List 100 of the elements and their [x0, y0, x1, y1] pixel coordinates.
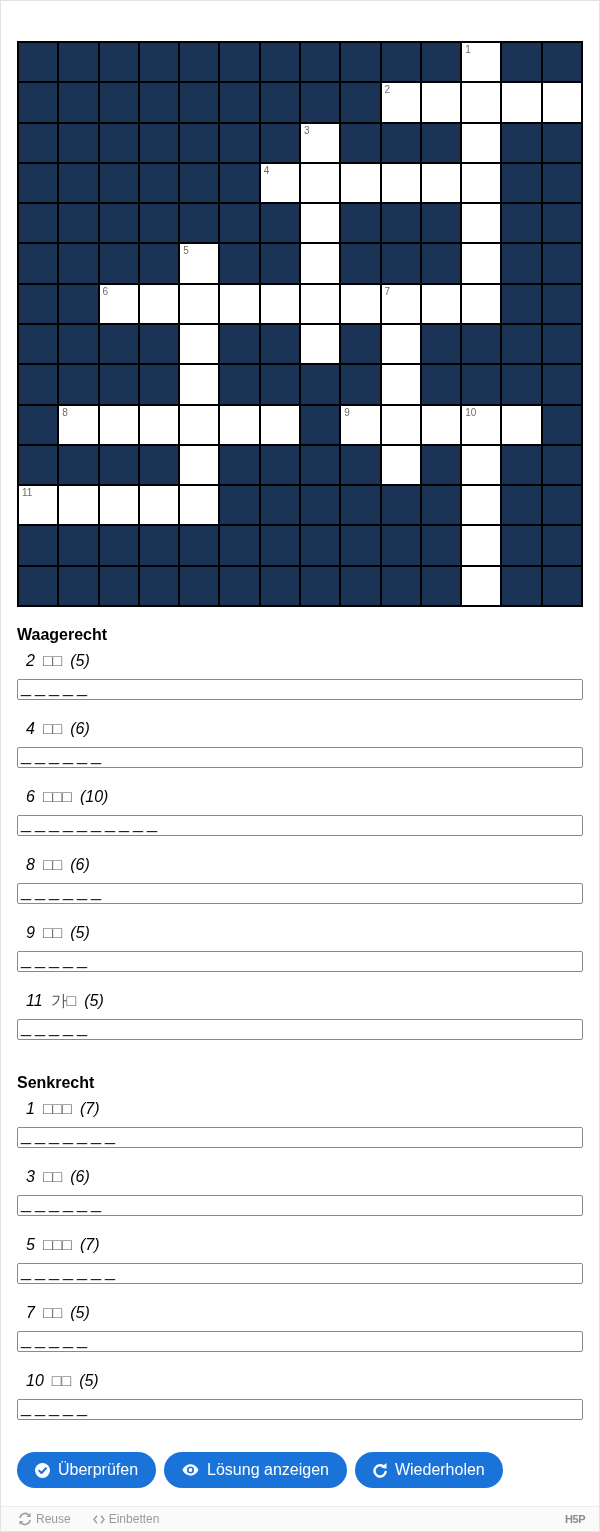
crossword-cell[interactable] — [462, 284, 501, 323]
check-button[interactable]: Überprüfen — [17, 1452, 157, 1488]
crossword-cell[interactable] — [59, 486, 98, 525]
answer-length: (7) — [79, 1235, 100, 1255]
crossword-cell[interactable]: 10 — [462, 405, 501, 444]
blocked-cell — [381, 244, 420, 283]
crossword-cell[interactable] — [462, 204, 501, 243]
crossword-cell[interactable] — [180, 486, 219, 525]
cell-number: 10 — [465, 406, 477, 419]
crossword-cell[interactable] — [462, 566, 501, 605]
blocked-cell — [180, 43, 219, 82]
crossword-cell[interactable] — [99, 486, 138, 525]
blocked-cell — [139, 123, 179, 162]
crossword-cell[interactable]: 6 — [99, 284, 138, 323]
crossword-cell[interactable] — [341, 284, 380, 323]
cell-number: 9 — [344, 406, 350, 419]
crossword-cell[interactable] — [381, 445, 420, 485]
clue-number: 1 — [26, 1099, 35, 1119]
crossword-cell[interactable] — [220, 405, 259, 444]
crossword-cell[interactable] — [462, 244, 501, 283]
crossword-cell[interactable] — [421, 83, 461, 122]
crossword-cell[interactable]: 7 — [381, 284, 420, 323]
answer-field[interactable]: _____ — [17, 951, 583, 972]
crossword-cell[interactable] — [301, 244, 340, 283]
crossword-cell[interactable] — [421, 163, 461, 203]
crossword-cell[interactable] — [180, 365, 219, 404]
crossword-cell[interactable]: 5 — [180, 244, 219, 283]
crossword-cell[interactable]: 1 — [462, 43, 501, 82]
crossword-cell[interactable] — [139, 284, 179, 323]
blocked-cell — [139, 83, 179, 122]
answer-field[interactable]: _____ — [17, 679, 583, 700]
crossword-cell[interactable]: 2 — [381, 83, 420, 122]
crossword-cell[interactable] — [462, 163, 501, 203]
crossword-cell[interactable] — [462, 486, 501, 525]
blocked-cell — [542, 486, 581, 525]
clue-number: 9 — [26, 923, 35, 943]
crossword-cell[interactable] — [220, 284, 259, 323]
crossword-cell[interactable] — [542, 83, 581, 122]
crossword-cell[interactable] — [462, 526, 501, 565]
crossword-cell[interactable] — [180, 405, 219, 444]
crossword-cell[interactable] — [502, 83, 541, 122]
crossword-cell[interactable] — [462, 83, 501, 122]
blocked-cell — [139, 43, 179, 82]
section-heading: Senkrecht — [17, 1073, 95, 1093]
crossword-cell[interactable]: 4 — [260, 163, 299, 203]
crossword-cell[interactable]: 9 — [341, 405, 380, 444]
crossword-cell[interactable] — [421, 405, 461, 444]
blocked-cell — [542, 526, 581, 565]
crossword-cell[interactable] — [381, 325, 420, 364]
crossword-cell[interactable] — [421, 284, 461, 323]
crossword-cell[interactable]: 8 — [59, 405, 98, 444]
blocked-cell — [260, 445, 299, 485]
blocked-cell — [99, 204, 138, 243]
crossword-cell[interactable] — [180, 445, 219, 485]
crossword-cell[interactable] — [462, 123, 501, 162]
crossword-cell[interactable] — [260, 284, 299, 323]
blocked-cell — [59, 204, 98, 243]
crossword-cell[interactable] — [462, 445, 501, 485]
blocked-cell — [502, 325, 541, 364]
answer-field[interactable]: __________ — [17, 815, 583, 836]
blocked-cell — [341, 204, 380, 243]
answer-field[interactable]: _______ — [17, 1127, 583, 1148]
answer-field[interactable]: _______ — [17, 1263, 583, 1284]
blocked-cell — [542, 445, 581, 485]
crossword-cell[interactable] — [301, 204, 340, 243]
answer-field[interactable]: _____ — [17, 1399, 583, 1420]
crossword-cell[interactable] — [139, 405, 179, 444]
crossword-cell[interactable] — [381, 365, 420, 404]
crossword-cell[interactable] — [502, 405, 541, 444]
blocked-cell — [421, 123, 461, 162]
crossword-cell[interactable] — [180, 284, 219, 323]
blocked-cell — [341, 566, 380, 605]
answer-field[interactable]: _____ — [17, 1019, 583, 1040]
blocked-cell — [260, 123, 299, 162]
crossword-cell[interactable] — [139, 486, 179, 525]
show-solution-button[interactable]: Lösung anzeigen — [164, 1452, 347, 1488]
blocked-cell — [462, 325, 501, 364]
answer-length: (5) — [84, 991, 104, 1011]
crossword-cell[interactable] — [301, 163, 340, 203]
answer-field[interactable]: ______ — [17, 883, 583, 904]
crossword-cell[interactable]: 3 — [301, 123, 340, 162]
answer-field[interactable]: ______ — [17, 1195, 583, 1216]
crossword-cell[interactable]: 11 — [19, 486, 58, 525]
blocked-cell — [301, 526, 340, 565]
crossword-cell[interactable] — [301, 325, 340, 364]
crossword-cell[interactable] — [301, 284, 340, 323]
crossword-cell[interactable] — [381, 163, 420, 203]
crossword-cell[interactable] — [381, 405, 420, 444]
crossword-cell[interactable] — [99, 405, 138, 444]
answer-field[interactable]: ______ — [17, 747, 583, 768]
cell-number: 3 — [304, 124, 310, 137]
crossword-cell[interactable] — [341, 163, 380, 203]
answer-field[interactable]: _____ — [17, 1331, 583, 1352]
blocked-cell — [19, 43, 58, 82]
blocked-cell — [542, 204, 581, 243]
blocked-cell — [19, 365, 58, 404]
logo[interactable]: H5P — [565, 1510, 585, 1528]
crossword-cell[interactable] — [180, 325, 219, 364]
crossword-cell[interactable] — [260, 405, 299, 444]
retry-button[interactable]: Wiederholen — [354, 1452, 503, 1488]
